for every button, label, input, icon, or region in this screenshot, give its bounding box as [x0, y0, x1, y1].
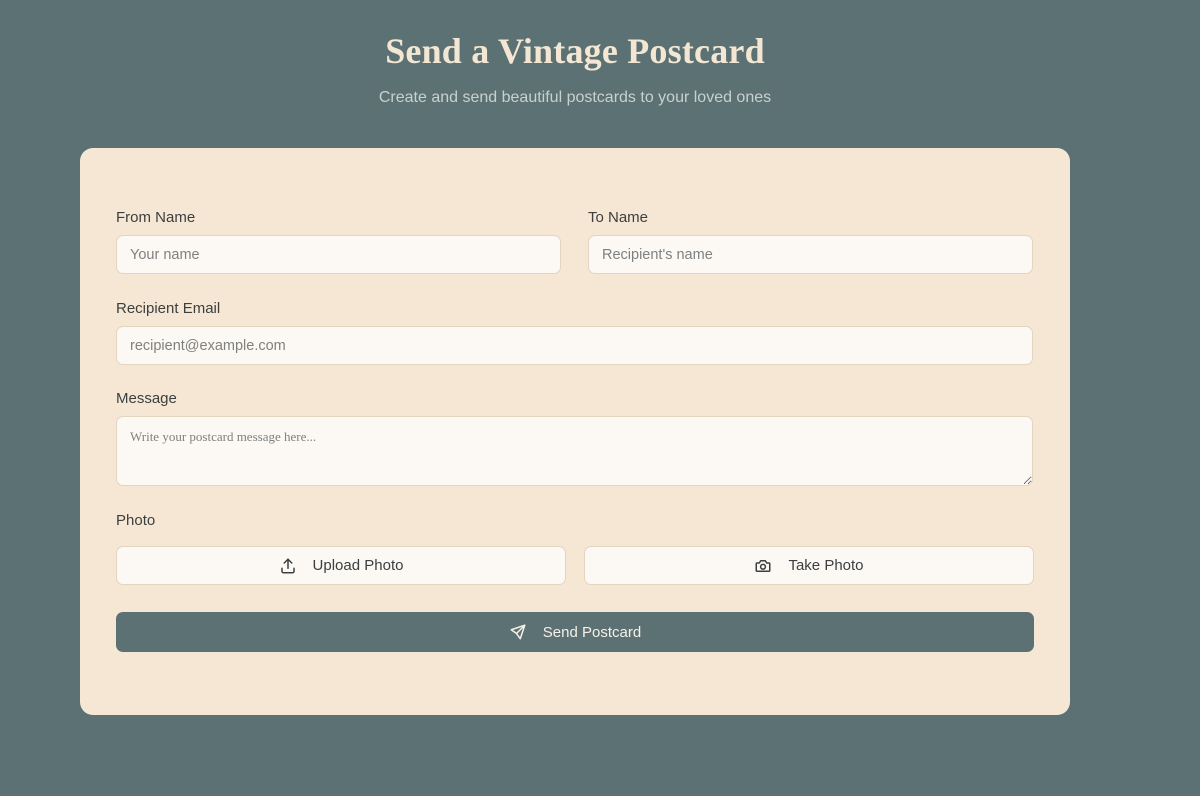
page-title: Send a Vintage Postcard	[385, 31, 765, 71]
message-label: Message	[116, 390, 177, 407]
postcard-form-card: From Name To Name Recipient Email Messag…	[80, 148, 1070, 715]
send-postcard-button[interactable]: Send Postcard	[116, 612, 1034, 652]
send-icon	[509, 623, 527, 641]
camera-icon	[754, 557, 772, 575]
message-textarea[interactable]	[116, 416, 1033, 486]
recipient-email-label: Recipient Email	[116, 300, 221, 317]
page-subtitle: Create and send beautiful postcards to y…	[378, 89, 772, 106]
take-photo-label: Take Photo	[788, 557, 864, 574]
recipient-email-input[interactable]	[116, 326, 1033, 365]
upload-photo-button[interactable]: Upload Photo	[116, 546, 566, 585]
to-name-input[interactable]	[588, 235, 1033, 274]
upload-photo-label: Upload Photo	[312, 557, 404, 574]
to-name-label: To Name	[588, 209, 649, 226]
take-photo-button[interactable]: Take Photo	[584, 546, 1034, 585]
send-postcard-label: Send Postcard	[542, 623, 642, 641]
photo-label: Photo	[116, 512, 156, 529]
upload-icon	[279, 557, 297, 575]
from-name-label: From Name	[116, 209, 196, 226]
from-name-input[interactable]	[116, 235, 561, 274]
